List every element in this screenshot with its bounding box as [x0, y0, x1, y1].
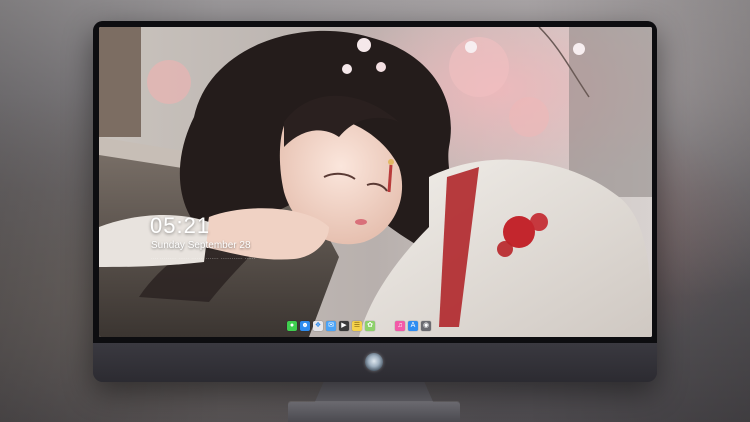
- finder-icon[interactable]: ☻: [300, 320, 310, 331]
- monitor-stand-base: [288, 402, 460, 422]
- lock-screen[interactable]: 05:21 Sunday September 28 ···· ·········…: [99, 27, 652, 337]
- monitor-stand-neck: [314, 382, 434, 404]
- claquette-icon[interactable]: ▶: [339, 320, 349, 331]
- lock-screen-date: Sunday September 28: [151, 240, 251, 251]
- itunes-icon[interactable]: ♫: [395, 320, 405, 331]
- camera-icon[interactable]: ◉: [421, 320, 431, 331]
- brand-logo-icon: [365, 353, 383, 371]
- mail-icon[interactable]: ✉: [326, 320, 336, 331]
- photos-icon[interactable]: ✿: [365, 320, 375, 331]
- app-store-icon[interactable]: A: [408, 320, 418, 331]
- dock: ● ☻ ❖ ✉ ▶ ☰ ✿ ♫ A ◉: [287, 318, 431, 333]
- wallpaper-illustration: [99, 27, 652, 337]
- messages-icon[interactable]: ●: [287, 320, 297, 331]
- notes-icon[interactable]: ☰: [352, 320, 362, 331]
- lock-screen-subline: ···· ········· ······ ······· ······· ··…: [151, 256, 256, 262]
- safari-icon[interactable]: ❖: [313, 320, 323, 331]
- lock-screen-time: 05:21: [150, 213, 211, 238]
- monitor-chin: [93, 343, 657, 382]
